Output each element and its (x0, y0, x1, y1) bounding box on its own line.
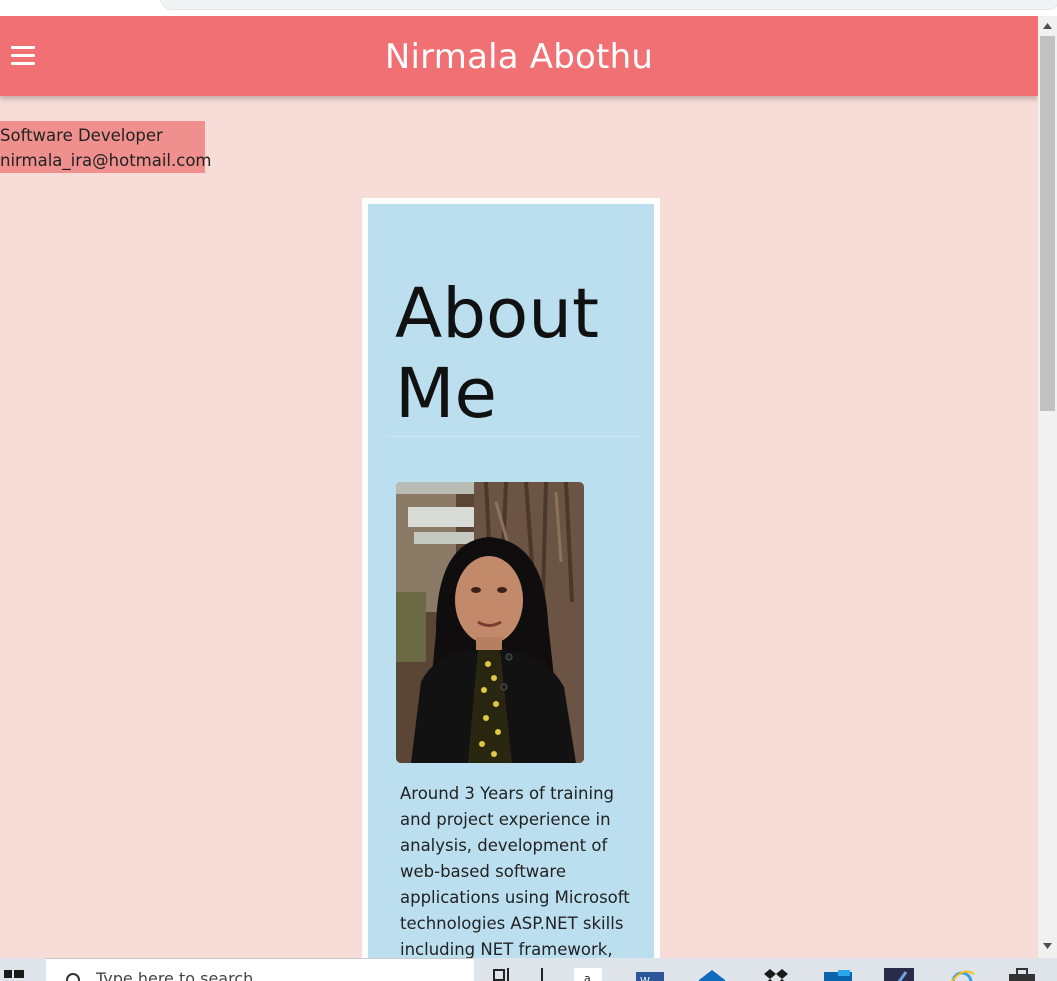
word-icon[interactable]: W (634, 966, 664, 981)
briefcase-icon[interactable] (1006, 966, 1036, 981)
search-icon (66, 973, 80, 981)
outlook-icon[interactable] (822, 966, 852, 981)
taskbar-search-box[interactable]: Type here to search (46, 958, 474, 981)
site-title: Nirmala Abothu (384, 37, 654, 77)
page-viewport: Nirmala Abothu Software Developer nirmal… (0, 16, 1038, 958)
bio-line: including NET framework, (400, 940, 613, 958)
profile-email: nirmala_ira@hotmail.com (0, 151, 212, 170)
windows-start-icon[interactable] (0, 958, 46, 981)
about-heading-line1: About (395, 274, 600, 354)
bio-line: web-based software (400, 862, 566, 881)
address-bar[interactable] (160, 0, 1057, 10)
scrollbar-thumb[interactable] (1040, 36, 1055, 411)
about-heading: About Me (395, 274, 635, 434)
visual-studio-icon[interactable] (884, 966, 914, 981)
windows-taskbar: Type here to search a W (0, 958, 1057, 981)
about-card-frame: About Me Around 3 Years of training and … (362, 198, 660, 958)
browser-chrome-strip (0, 0, 1057, 16)
bio-line: and project experience in (400, 810, 611, 829)
scroll-up-arrow-icon[interactable] (1038, 18, 1057, 34)
about-card: About Me Around 3 Years of training and … (368, 204, 654, 958)
mail-icon[interactable] (697, 966, 727, 981)
svg-text:W: W (640, 976, 650, 981)
app-bar: Nirmala Abothu (0, 16, 1038, 96)
amazon-icon[interactable]: a (572, 966, 604, 981)
bio-line: applications using Microsoft (400, 888, 630, 907)
profile-info-box: Software Developer nirmala_ira@hotmail.c… (0, 121, 212, 173)
bio-line: technologies ASP.NET skills (400, 914, 624, 933)
profile-role: Software Developer (0, 126, 163, 145)
bio-text: Around 3 Years of training and project e… (400, 781, 630, 958)
internet-explorer-icon[interactable] (946, 966, 976, 981)
heading-divider (385, 436, 641, 437)
profile-photo (396, 482, 584, 763)
about-heading-line2: Me (395, 354, 497, 434)
task-view-icon[interactable] (490, 966, 520, 981)
scroll-down-arrow-icon[interactable] (1038, 938, 1057, 954)
vertical-scrollbar[interactable] (1038, 16, 1057, 958)
svg-text:a: a (584, 972, 591, 981)
taskbar-search-placeholder: Type here to search (96, 969, 254, 981)
bio-line: Around 3 Years of training (400, 784, 615, 803)
dropbox-icon[interactable] (760, 966, 790, 981)
bio-line: analysis, development of (400, 836, 608, 855)
file-explorer-icon[interactable] (528, 966, 558, 981)
